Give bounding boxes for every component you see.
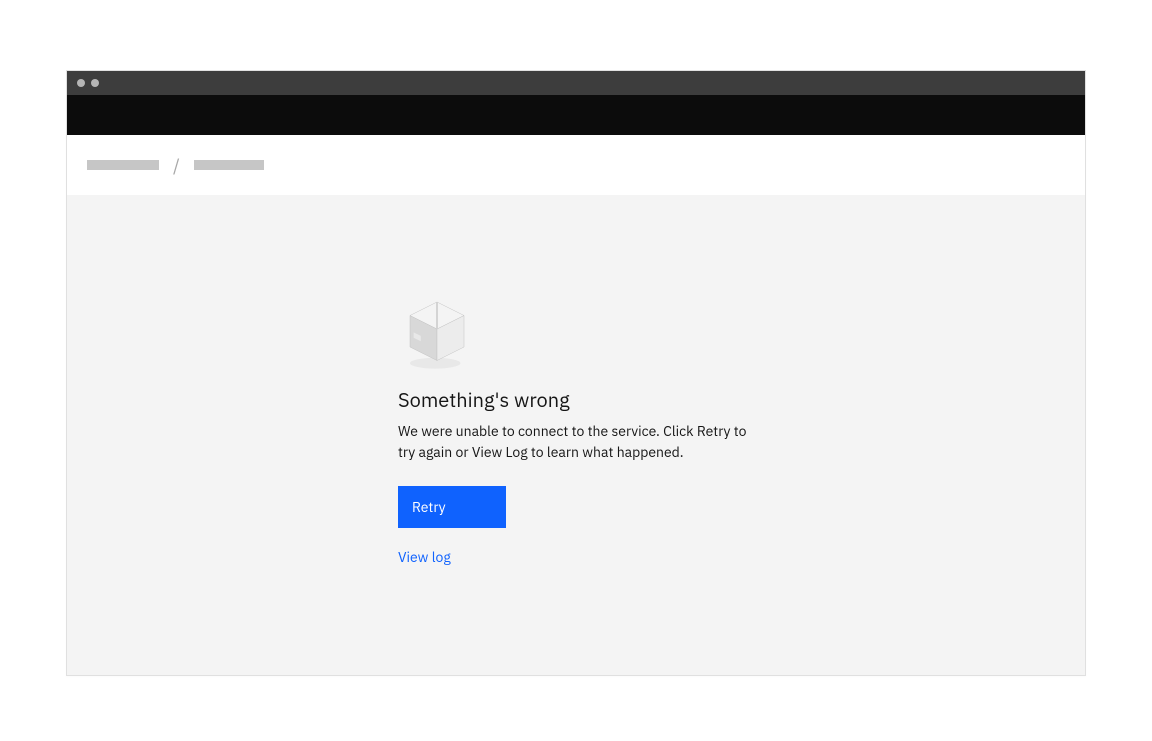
error-title: Something's wrong	[398, 386, 754, 413]
view-log-link[interactable]: View log	[398, 548, 754, 566]
breadcrumb-item[interactable]	[194, 160, 264, 170]
browser-window: / S	[66, 70, 1086, 676]
retry-button[interactable]: Retry	[398, 486, 506, 528]
window-titlebar	[67, 71, 1085, 95]
error-description: We were unable to connect to the service…	[398, 421, 754, 462]
app-header	[67, 95, 1085, 135]
breadcrumb-item[interactable]	[87, 160, 159, 170]
minimize-window-icon[interactable]	[91, 79, 99, 87]
breadcrumb-separator: /	[173, 154, 180, 177]
content-area: Something's wrong We were unable to conn…	[67, 195, 1085, 675]
close-window-icon[interactable]	[77, 79, 85, 87]
breadcrumb: /	[67, 135, 1085, 195]
box-icon	[392, 284, 482, 374]
error-block: Something's wrong We were unable to conn…	[398, 284, 754, 566]
